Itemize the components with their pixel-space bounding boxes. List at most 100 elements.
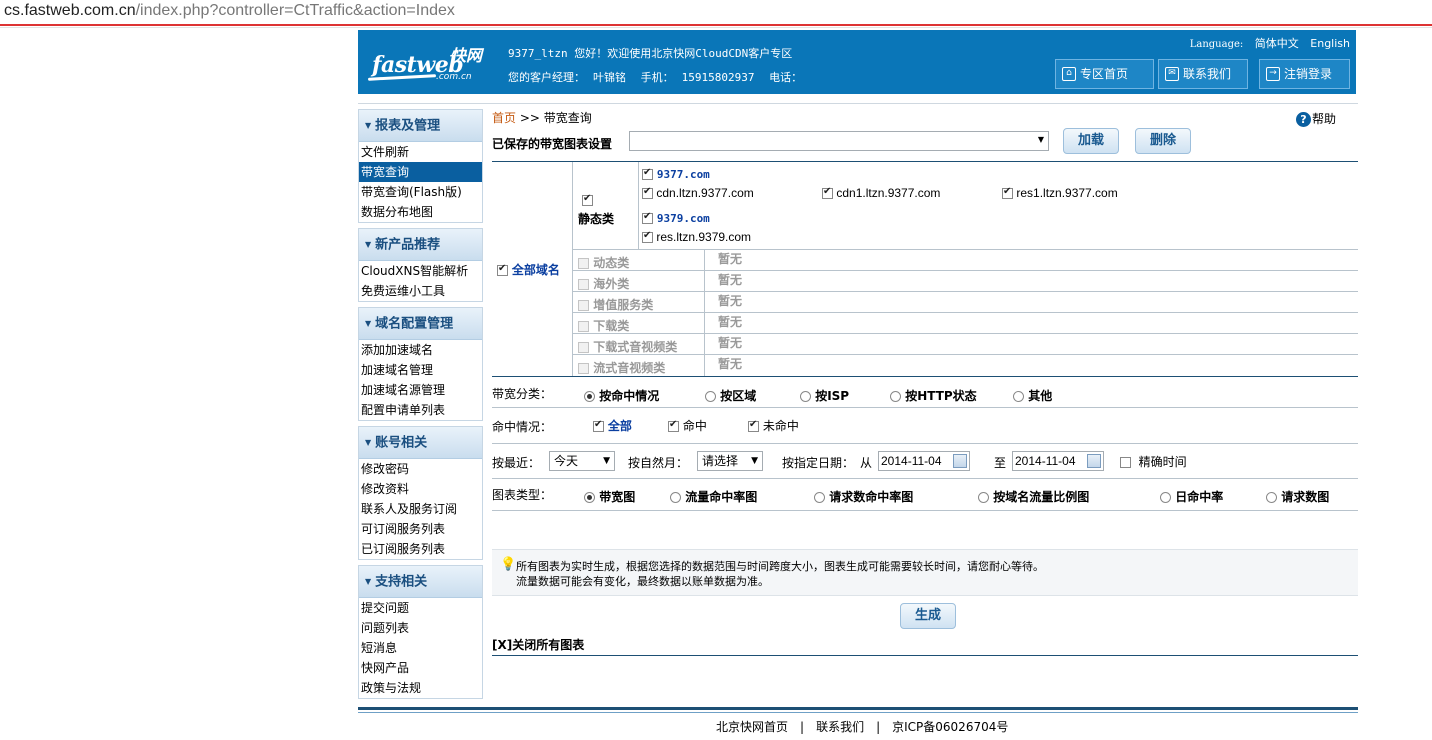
chart-type-radio-daily-hit[interactable]: 日命中率	[1160, 488, 1223, 505]
domain-checkbox[interactable]: cdn.ltzn.9377.com	[642, 186, 754, 200]
sidebar-group-header[interactable]: ▼ 账号相关	[359, 427, 482, 459]
phone-label: 电话：	[769, 71, 803, 84]
hit-checkbox-all[interactable]: 全部	[593, 417, 632, 434]
bw-class-radio-other[interactable]: 其他	[1013, 387, 1052, 404]
recent-select[interactable]: 今天 ▼	[549, 451, 615, 471]
sidebar-item-available-services[interactable]: 可订阅服务列表	[359, 519, 482, 539]
domain-checkbox[interactable]: res1.ltzn.9377.com	[1002, 186, 1118, 200]
from-label: 从	[860, 456, 873, 470]
manager-name: 叶锦铭	[593, 71, 626, 84]
recent-label: 按最近：	[492, 456, 541, 470]
lang-cn-link[interactable]: 简体中文	[1255, 37, 1299, 50]
sidebar-item-subscribed-services[interactable]: 已订阅服务列表	[359, 539, 482, 559]
sidebar-item-issue-list[interactable]: 问题列表	[359, 618, 482, 638]
manager-label: 您的客户经理：	[508, 71, 585, 84]
precise-time-checkbox[interactable]: 精确时间	[1120, 453, 1187, 470]
divider	[492, 376, 1358, 377]
category-download-av[interactable]: 下载式音视频类	[578, 338, 677, 355]
triangle-down-icon: ▼	[365, 438, 372, 447]
footer-separator: |	[876, 720, 881, 734]
logout-icon: →	[1266, 67, 1280, 81]
static-label: 静态类	[578, 212, 615, 226]
close-all-charts-link[interactable]: [X]关闭所有图表	[492, 636, 584, 653]
help-link[interactable]: ? 帮助	[1295, 110, 1336, 127]
divider	[492, 161, 1358, 162]
tip-line-1: 所有图表为实时生成，根据您选择的数据范围与时间跨度大小，图表生成可能需要较长时间…	[516, 560, 1044, 573]
sidebar-group-new-products: ▼ 新产品推荐 CloudXNS智能解析 免费运维小工具	[358, 228, 483, 302]
category-dynamic[interactable]: 动态类	[578, 254, 629, 271]
sidebar-group-header[interactable]: ▼ 支持相关	[359, 566, 482, 598]
sidebar-item-change-password[interactable]: 修改密码	[359, 459, 482, 479]
domain-checkbox[interactable]: cdn1.ltzn.9377.com	[822, 186, 940, 200]
triangle-down-icon: ▼	[365, 577, 372, 586]
from-date-input[interactable]: 2014-11-04	[878, 451, 970, 471]
breadcrumb-current: 带宽查询	[543, 111, 592, 125]
url-text[interactable]: cs.fastweb.com.cn/index.php?controller=C…	[4, 2, 455, 20]
chart-type-radio-traffic-hit[interactable]: 流量命中率图	[670, 488, 757, 505]
sidebar-group-domain-config: ▼ 域名配置管理 添加加速域名 加速域名管理 加速域名源管理 配置申请单列表	[358, 307, 483, 421]
bw-class-radio-isp[interactable]: 按ISP	[800, 387, 849, 404]
sidebar-item-config-requests[interactable]: 配置申请单列表	[359, 400, 482, 420]
footer-home-link[interactable]: 北京快网首页	[716, 720, 788, 734]
all-domains-checkbox[interactable]: 全部域名	[497, 261, 560, 278]
chart-type-radio-requests[interactable]: 请求数图	[1266, 488, 1329, 505]
calendar-icon[interactable]	[953, 454, 967, 468]
group-9379-checkbox[interactable]: 9379.com	[642, 211, 710, 225]
sidebar-item-bandwidth-flash[interactable]: 带宽查询(Flash版)	[359, 182, 482, 202]
chart-type-radio-request-hit[interactable]: 请求数命中率图	[814, 488, 913, 505]
hit-checkbox-hit[interactable]: 命中	[668, 417, 707, 434]
category-download[interactable]: 下载类	[578, 317, 629, 334]
sidebar-group-header[interactable]: ▼ 域名配置管理	[359, 308, 482, 340]
footer-contact-link[interactable]: 联系我们	[816, 720, 864, 734]
group-9377-checkbox[interactable]: 9377.com	[642, 167, 710, 181]
breadcrumb-home[interactable]: 首页	[492, 111, 516, 125]
chart-type-radio-bandwidth[interactable]: 带宽图	[584, 488, 635, 505]
logout-button[interactable]: → 注销登录	[1259, 59, 1350, 89]
category-value-added[interactable]: 增值服务类	[578, 296, 653, 313]
divider	[704, 250, 705, 376]
dropdown-arrow-icon: ▼	[603, 456, 610, 466]
load-button[interactable]: 加载	[1063, 128, 1119, 154]
language-switcher: Language: 简体中文 English	[1182, 35, 1350, 51]
generate-button[interactable]: 生成	[900, 603, 956, 629]
sidebar-item-products[interactable]: 快网产品	[359, 658, 482, 678]
sidebar-item-policies[interactable]: 政策与法规	[359, 678, 482, 698]
bw-class-radio-hit[interactable]: 按命中情况	[584, 387, 659, 404]
footer-icp-link[interactable]: 京ICP备06026704号	[892, 720, 1008, 734]
fastweb-logo[interactable]: fastweb 快网 .com.cn	[366, 38, 490, 86]
sidebar-item-domain-manage[interactable]: 加速域名管理	[359, 360, 482, 380]
home-button[interactable]: ⌂ 专区首页	[1055, 59, 1154, 89]
sidebar-group-header[interactable]: ▼ 报表及管理	[359, 110, 482, 142]
sidebar-item-cloudxns[interactable]: CloudXNS智能解析	[359, 261, 482, 281]
delete-button[interactable]: 删除	[1135, 128, 1191, 154]
domain-checkbox[interactable]: res.ltzn.9379.com	[642, 230, 751, 244]
natural-month-select[interactable]: 请选择 ▼	[697, 451, 763, 471]
sidebar-item-add-domain[interactable]: 添加加速域名	[359, 340, 482, 360]
chart-type-radio-domain-ratio[interactable]: 按域名流量比例图	[978, 488, 1089, 505]
sidebar-item-tools[interactable]: 免费运维小工具	[359, 281, 482, 301]
sidebar-item-contacts[interactable]: 联系人及服务订阅	[359, 499, 482, 519]
bw-class-radio-http[interactable]: 按HTTP状态	[890, 387, 977, 404]
sidebar-item-data-map[interactable]: 数据分布地图	[359, 202, 482, 222]
sidebar-item-bandwidth-query[interactable]: 带宽查询	[359, 162, 482, 182]
sidebar-group-header[interactable]: ▼ 新产品推荐	[359, 229, 482, 261]
to-date-input[interactable]: 2014-11-04	[1012, 451, 1104, 471]
address-bar[interactable]: cs.fastweb.com.cn/index.php?controller=C…	[0, 0, 1432, 28]
sidebar-item-origin-manage[interactable]: 加速域名源管理	[359, 380, 482, 400]
sidebar-item-submit-issue[interactable]: 提交问题	[359, 598, 482, 618]
saved-settings-select[interactable]: ▼	[629, 131, 1049, 151]
header-divider	[358, 103, 1358, 104]
contact-button[interactable]: ✉ 联系我们	[1158, 59, 1248, 89]
dropdown-arrow-icon: ▼	[1037, 135, 1044, 144]
category-overseas[interactable]: 海外类	[578, 275, 629, 292]
category-streaming[interactable]: 流式音视频类	[578, 359, 665, 376]
none-text: 暂无	[718, 315, 743, 329]
hit-checkbox-miss[interactable]: 未命中	[748, 417, 799, 434]
calendar-icon[interactable]	[1087, 454, 1101, 468]
sidebar-item-edit-profile[interactable]: 修改资料	[359, 479, 482, 499]
lang-en-link[interactable]: English	[1310, 37, 1350, 50]
sidebar-item-messages[interactable]: 短消息	[359, 638, 482, 658]
static-checkbox[interactable]	[582, 193, 593, 207]
bw-class-radio-region[interactable]: 按区域	[705, 387, 756, 404]
sidebar-item-file-refresh[interactable]: 文件刷新	[359, 142, 482, 162]
